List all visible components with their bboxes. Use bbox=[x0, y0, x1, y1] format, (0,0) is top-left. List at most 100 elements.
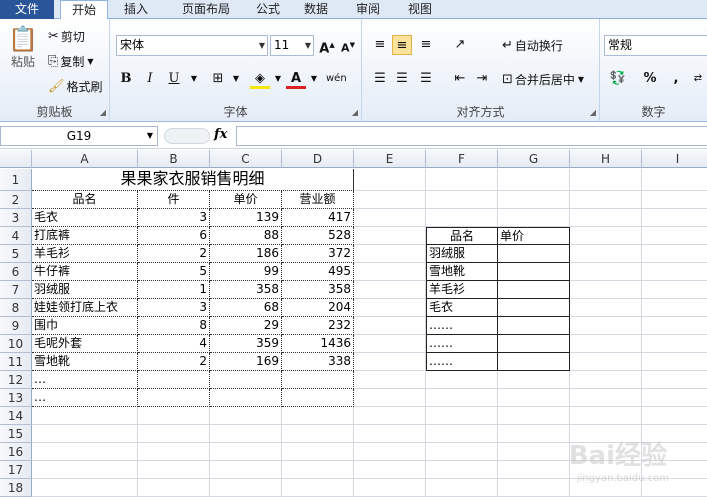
dialog-launcher-icon[interactable]: ◢ bbox=[590, 108, 596, 117]
cell[interactable] bbox=[282, 461, 354, 479]
font-color-dropdown-icon[interactable]: ▼ bbox=[304, 69, 324, 89]
cell[interactable] bbox=[282, 479, 354, 497]
cell[interactable]: 358 bbox=[282, 281, 354, 299]
cell[interactable] bbox=[498, 425, 570, 443]
cell[interactable]: 毛呢外套 bbox=[32, 335, 138, 353]
cell[interactable]: 单价 bbox=[498, 227, 570, 245]
cell[interactable] bbox=[138, 389, 210, 407]
cell[interactable] bbox=[282, 425, 354, 443]
cell[interactable]: 29 bbox=[210, 317, 282, 335]
cell[interactable] bbox=[498, 443, 570, 461]
bold-button[interactable]: B bbox=[116, 69, 136, 89]
currency-icon[interactable]: 💱 bbox=[608, 69, 628, 89]
align-right-icon[interactable]: ☰ bbox=[416, 69, 436, 89]
align-left-icon[interactable]: ☰ bbox=[370, 69, 390, 89]
align-middle-icon[interactable]: ≡ bbox=[392, 35, 412, 55]
cell[interactable] bbox=[354, 169, 426, 191]
underline-dropdown-icon[interactable]: ▼ bbox=[184, 69, 204, 89]
dialog-launcher-icon[interactable]: ◢ bbox=[100, 108, 106, 117]
cell[interactable] bbox=[354, 425, 426, 443]
cell[interactable] bbox=[642, 209, 707, 227]
cell[interactable] bbox=[570, 407, 642, 425]
cell[interactable] bbox=[32, 461, 138, 479]
cell[interactable] bbox=[570, 169, 642, 191]
name-box[interactable]: G19 ▼ bbox=[0, 126, 158, 146]
cell[interactable] bbox=[426, 443, 498, 461]
cell[interactable] bbox=[354, 335, 426, 353]
cell[interactable] bbox=[354, 443, 426, 461]
cell[interactable] bbox=[354, 461, 426, 479]
cell[interactable] bbox=[282, 371, 354, 389]
cell[interactable]: 169 bbox=[210, 353, 282, 371]
cut-button[interactable]: ✂ 剪切 bbox=[48, 28, 85, 45]
cell[interactable]: …… bbox=[426, 335, 498, 353]
shrink-font-button[interactable]: A▼ bbox=[338, 35, 358, 55]
cell[interactable]: 打底裤 bbox=[32, 227, 138, 245]
cell[interactable]: 1436 bbox=[282, 335, 354, 353]
cell[interactable] bbox=[642, 227, 707, 245]
tab-insert[interactable]: 插入 bbox=[112, 0, 160, 19]
cell[interactable]: 雪地靴 bbox=[426, 263, 498, 281]
cell[interactable] bbox=[570, 245, 642, 263]
cell[interactable]: 羽绒服 bbox=[32, 281, 138, 299]
cell[interactable]: 68 bbox=[210, 299, 282, 317]
grow-font-button[interactable]: A▲ bbox=[317, 35, 337, 56]
cell[interactable] bbox=[354, 263, 426, 281]
decrease-indent-icon[interactable]: ⇤ bbox=[450, 69, 470, 89]
column-header[interactable]: F bbox=[426, 150, 498, 168]
decimal-icon[interactable]: ⇄ bbox=[688, 69, 707, 89]
align-top-icon[interactable]: ≡ bbox=[370, 35, 390, 55]
row-header[interactable]: 4 bbox=[0, 227, 32, 245]
cell[interactable]: 羽绒服 bbox=[426, 245, 498, 263]
tab-review[interactable]: 审阅 bbox=[346, 0, 390, 19]
number-format-select[interactable]: 常规 bbox=[604, 35, 707, 56]
cell[interactable] bbox=[570, 353, 642, 371]
sheet-title[interactable]: 果果家衣服销售明细 bbox=[32, 169, 354, 191]
cell[interactable]: 营业额 bbox=[282, 191, 354, 209]
cell[interactable] bbox=[642, 407, 707, 425]
cell[interactable] bbox=[138, 407, 210, 425]
fill-color-icon[interactable]: ◈ bbox=[250, 69, 270, 89]
cell[interactable]: …… bbox=[426, 353, 498, 371]
cell[interactable] bbox=[498, 353, 570, 371]
cell[interactable] bbox=[498, 245, 570, 263]
column-header[interactable]: B bbox=[138, 150, 210, 168]
cell[interactable] bbox=[498, 461, 570, 479]
cell[interactable] bbox=[138, 425, 210, 443]
tab-data[interactable]: 数据 bbox=[294, 0, 338, 19]
cell[interactable] bbox=[210, 461, 282, 479]
italic-button[interactable]: I bbox=[140, 69, 160, 89]
cell[interactable] bbox=[642, 353, 707, 371]
cell[interactable] bbox=[570, 371, 642, 389]
cell[interactable] bbox=[642, 263, 707, 281]
cell[interactable] bbox=[498, 281, 570, 299]
phonetic-button[interactable]: wén bbox=[326, 69, 347, 89]
row-header[interactable]: 10 bbox=[0, 335, 32, 353]
tab-file[interactable]: 文件 bbox=[0, 0, 54, 19]
underline-button[interactable]: U bbox=[164, 69, 184, 89]
row-header[interactable]: 2 bbox=[0, 191, 32, 209]
cell[interactable] bbox=[570, 317, 642, 335]
cell[interactable] bbox=[282, 407, 354, 425]
merge-center-button[interactable]: ⊡ 合并后居中 ▼ bbox=[502, 71, 584, 88]
cell[interactable] bbox=[426, 209, 498, 227]
cell[interactable]: 毛衣 bbox=[426, 299, 498, 317]
cell[interactable] bbox=[570, 191, 642, 209]
row-header[interactable]: 13 bbox=[0, 389, 32, 407]
column-header[interactable]: A bbox=[32, 150, 138, 168]
cell[interactable]: 372 bbox=[282, 245, 354, 263]
cell[interactable]: 186 bbox=[210, 245, 282, 263]
row-header[interactable]: 15 bbox=[0, 425, 32, 443]
cell[interactable] bbox=[498, 479, 570, 497]
column-header[interactable]: I bbox=[642, 150, 707, 168]
column-header[interactable]: C bbox=[210, 150, 282, 168]
cell[interactable] bbox=[354, 299, 426, 317]
row-header[interactable]: 1 bbox=[0, 169, 32, 191]
row-header[interactable]: 17 bbox=[0, 461, 32, 479]
cell[interactable]: 359 bbox=[210, 335, 282, 353]
row-header[interactable]: 7 bbox=[0, 281, 32, 299]
cell[interactable] bbox=[354, 389, 426, 407]
cell[interactable] bbox=[642, 335, 707, 353]
cell[interactable] bbox=[570, 389, 642, 407]
select-all-corner[interactable] bbox=[0, 150, 32, 168]
